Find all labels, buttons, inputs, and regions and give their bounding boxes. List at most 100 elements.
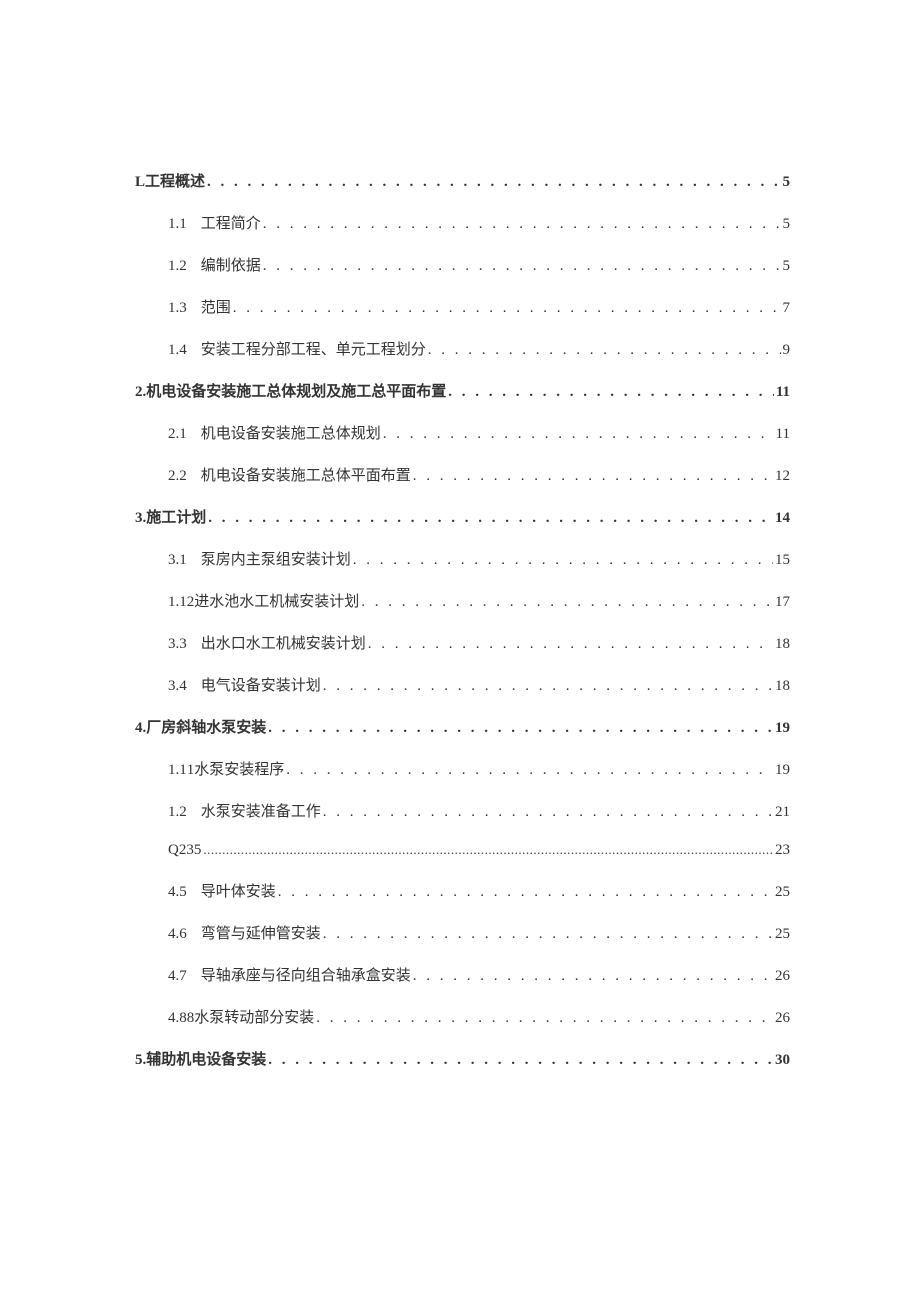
toc-entry-page: 21 — [775, 804, 790, 821]
toc-entry-title: 范围 — [201, 296, 231, 317]
toc-entry-number: 1.1 — [168, 594, 187, 611]
toc-dot-leader: . . . . . . . . . . . . . . . . . . . . … — [208, 510, 773, 527]
toc-entry-page: 26 — [775, 1010, 790, 1027]
toc-entry: 1.1 2进水池水工机械安装计划. . . . . . . . . . . . … — [135, 590, 790, 611]
toc-entry-number: 4.6 — [168, 926, 187, 943]
toc-entry-page: 30 — [775, 1052, 790, 1069]
toc-dot-leader: . . . . . . . . . . . . . . . . . . . . … — [286, 762, 773, 779]
toc-entry: 2.1机电设备安装施工总体规划. . . . . . . . . . . . .… — [135, 422, 790, 443]
toc-dot-leader: . . . . . . . . . . . . . . . . . . . . … — [413, 968, 773, 985]
toc-dot-leader: . . . . . . . . . . . . . . . . . . . . … — [368, 636, 773, 653]
toc-dot-leader: . . . . . . . . . . . . . . . . . . . . … — [448, 384, 774, 401]
toc-dot-leader: . . . . . . . . . . . . . . . . . . . . … — [413, 468, 773, 485]
toc-entry-page: 25 — [775, 884, 790, 901]
toc-entry-title: .机电设备安装施工总体规划及施工总平面布置 — [143, 380, 447, 401]
toc-entry-title: 1水泵安装程序 — [187, 758, 285, 779]
toc-entry-title: 工程概述 — [145, 170, 205, 191]
toc-entry-title: 工程简介 — [201, 212, 261, 233]
toc-entry-page: 14 — [775, 510, 790, 527]
toc-entry-title: 2进水池水工机械安装计划 — [187, 590, 360, 611]
toc-entry-page: 11 — [776, 384, 790, 401]
toc-dot-leader: . . . . . . . . . . . . . . . . . . . . … — [278, 884, 773, 901]
toc-entry-title: 出水口水工机械安装计划 — [201, 632, 366, 653]
toc-entry-page: 19 — [775, 762, 790, 779]
toc-entry-page: 23 — [775, 842, 790, 859]
toc-entry: Q235....................................… — [135, 842, 790, 859]
toc-entry: 2.2 机电设备安装施工总体平面布置. . . . . . . . . . . .… — [135, 464, 790, 485]
toc-entry: 1.3 范围. . . . . . . . . . . . . . . . . .… — [135, 296, 790, 317]
toc-entry-page: 15 — [775, 552, 790, 569]
toc-entry: 3.施工计划. . . . . . . . . . . . . . . . . … — [135, 506, 790, 527]
toc-entry: 4.8 8水泵转动部分安装. . . . . . . . . . . . . .… — [135, 1006, 790, 1027]
toc-entry-title: 电气设备安装计划 — [201, 674, 321, 695]
toc-dot-leader: . . . . . . . . . . . . . . . . . . . . … — [323, 678, 773, 695]
toc-entry-page: 9 — [783, 342, 791, 359]
toc-dot-leader: ........................................… — [203, 842, 773, 858]
toc-entry-title: 编制依据 — [201, 254, 261, 275]
toc-entry-title: 辅助机电设备安装 — [146, 1048, 266, 1069]
toc-entry: 3.1 泵房内主泵组安装计划. . . . . . . . . . . . . .… — [135, 548, 790, 569]
toc-entry-title: 安装工程分部工程、单元工程划分 — [201, 338, 426, 359]
toc-entry-title: 厂房斜轴水泵安装 — [146, 716, 266, 737]
toc-dot-leader: . . . . . . . . . . . . . . . . . . . . … — [428, 342, 781, 359]
toc-entry-title: 导轴承座与径向组合轴承盒安装 — [201, 964, 411, 985]
toc-dot-leader: . . . . . . . . . . . . . . . . . . . . … — [268, 1052, 773, 1069]
toc-entry: 5.辅助机电设备安装. . . . . . . . . . . . . . . … — [135, 1048, 790, 1069]
toc-entry-page: 11 — [776, 426, 790, 443]
toc-entry-title: 泵房内主泵组安装计划 — [201, 548, 351, 569]
toc-dot-leader: . . . . . . . . . . . . . . . . . . . . … — [268, 720, 773, 737]
toc-entry-title: 水泵安装准备工作 — [201, 800, 321, 821]
toc-entry-title: 8水泵转动部分安装 — [187, 1006, 315, 1027]
toc-entry-page: 18 — [775, 636, 790, 653]
toc-entry: 4.6 弯管与延伸管安装. . . . . . . . . . . . . . .… — [135, 922, 790, 943]
toc-dot-leader: . . . . . . . . . . . . . . . . . . . . … — [263, 216, 781, 233]
toc-entry-page: 7 — [783, 300, 791, 317]
toc-entry-title: 导叶体安装 — [201, 880, 276, 901]
toc-entry-title: Q235 — [168, 842, 201, 859]
toc-entry-number: 4.7 — [168, 968, 187, 985]
toc-entry: 4.7 导轴承座与径向组合轴承盒安装. . . . . . . . . . . .… — [135, 964, 790, 985]
toc-entry: 3.4 电气设备安装计划. . . . . . . . . . . . . . .… — [135, 674, 790, 695]
toc-entry-page: 5 — [783, 174, 791, 191]
toc-entry-number: 3.1 — [168, 552, 187, 569]
toc-dot-leader: . . . . . . . . . . . . . . . . . . . . … — [316, 1010, 773, 1027]
toc-entry: 1.2 水泵安装准备工作. . . . . . . . . . . . . . .… — [135, 800, 790, 821]
toc-entry-number: 1.1 — [168, 762, 187, 779]
toc-entry: 1.1工程简介. . . . . . . . . . . . . . . . .… — [135, 212, 790, 233]
toc-entry-number: 3 — [135, 510, 143, 527]
toc-entry-page: 19 — [775, 720, 790, 737]
toc-dot-leader: . . . . . . . . . . . . . . . . . . . . … — [233, 300, 781, 317]
toc-dot-leader: . . . . . . . . . . . . . . . . . . . . … — [353, 552, 773, 569]
toc-entry-number: 1.4 — [168, 342, 187, 359]
toc-dot-leader: . . . . . . . . . . . . . . . . . . . . … — [263, 258, 781, 275]
toc-entry: 4.5导叶体安装. . . . . . . . . . . . . . . . … — [135, 880, 790, 901]
toc-entry: 1.4 安装工程分部工程、单元工程划分. . . . . . . . . . . … — [135, 338, 790, 359]
toc-entry-title: 机电设备安装施工总体平面布置 — [201, 464, 411, 485]
toc-entry-number: 1.2 — [168, 804, 187, 821]
toc-entry-title: .施工计划 — [143, 506, 207, 527]
toc-entry-page: 25 — [775, 926, 790, 943]
toc-entry-page: 12 — [775, 468, 790, 485]
toc-entry-number: L — [135, 174, 145, 191]
toc-entry-page: 26 — [775, 968, 790, 985]
toc-entry: 1.1 1水泵安装程序. . . . . . . . . . . . . . .… — [135, 758, 790, 779]
toc-entry-number: 3.4 — [168, 678, 187, 695]
toc-dot-leader: . . . . . . . . . . . . . . . . . . . . … — [361, 594, 773, 611]
toc-entry-number: 4. — [135, 720, 146, 737]
toc-entry-page: 17 — [775, 594, 790, 611]
toc-entry: 1.2 编制依据. . . . . . . . . . . . . . . . .… — [135, 254, 790, 275]
toc-entry: 3.3 出水口水工机械安装计划. . . . . . . . . . . . . … — [135, 632, 790, 653]
toc-entry-page: 5 — [783, 258, 791, 275]
toc-dot-leader: . . . . . . . . . . . . . . . . . . . . … — [323, 926, 773, 943]
toc-entry-number: 1.2 — [168, 258, 187, 275]
toc-entry-number: 2 — [135, 384, 143, 401]
toc-entry-number: 2.2 — [168, 468, 187, 485]
toc-entry-title: 弯管与延伸管安装 — [201, 922, 321, 943]
toc-entry: 4.厂房斜轴水泵安装. . . . . . . . . . . . . . . … — [135, 716, 790, 737]
toc-entry: L工程概述. . . . . . . . . . . . . . . . . .… — [135, 170, 790, 191]
toc-entry-number: 4.8 — [168, 1010, 187, 1027]
toc-entry-number: 3.3 — [168, 636, 187, 653]
toc-entry-number: 2.1 — [168, 426, 187, 443]
toc-dot-leader: . . . . . . . . . . . . . . . . . . . . … — [323, 804, 773, 821]
toc-entry-number: 1.3 — [168, 300, 187, 317]
